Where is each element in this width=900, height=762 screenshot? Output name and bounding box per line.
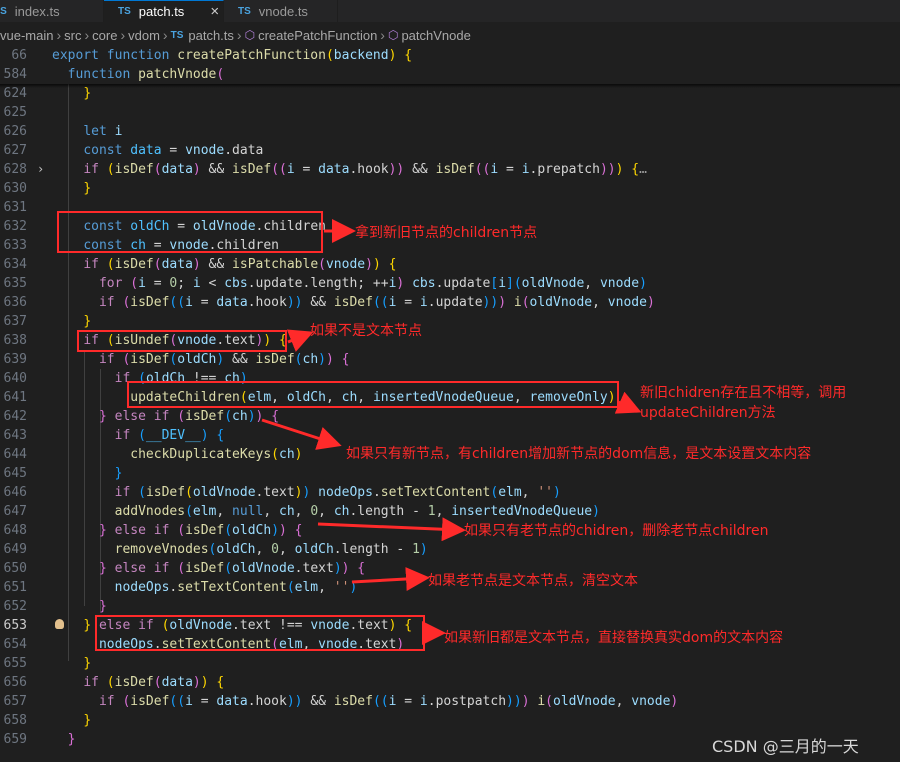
annotation-arrow <box>351 567 430 591</box>
highlight-box-children <box>57 211 323 253</box>
annotation-note: updateChildren方法 <box>640 405 776 421</box>
annotation-arrow <box>614 391 642 414</box>
annotation-note: 如果新旧都是文本节点，直接替换真实dom的文本内容 <box>444 630 784 646</box>
annotation-note: 如果不是文本节点 <box>310 323 422 339</box>
highlight-box-updatechildren <box>127 381 619 408</box>
annotation-overlay <box>57 211 642 651</box>
annotation-arrow <box>261 418 342 450</box>
highlight-box-isundef <box>77 330 287 352</box>
watermark: CSDN @三月的一天 <box>712 737 859 756</box>
annotation-note: 如果只有老节点的chidren，删除老节点children <box>464 523 769 539</box>
annotation-note: 拿到新旧节点的children节点 <box>355 225 538 241</box>
annotation-arrow <box>286 329 314 352</box>
annotation-arrow <box>317 517 466 542</box>
annotation-note: 新旧chidren存在且不相等，调用 <box>640 385 847 401</box>
annotation-note: 如果只有新节点，有children增加新节点的dom信息，是文本设置文本内容 <box>346 446 812 462</box>
annotation-note: 如果老节点是文本节点，清空文本 <box>428 573 638 589</box>
highlight-box-else-text <box>95 615 425 651</box>
